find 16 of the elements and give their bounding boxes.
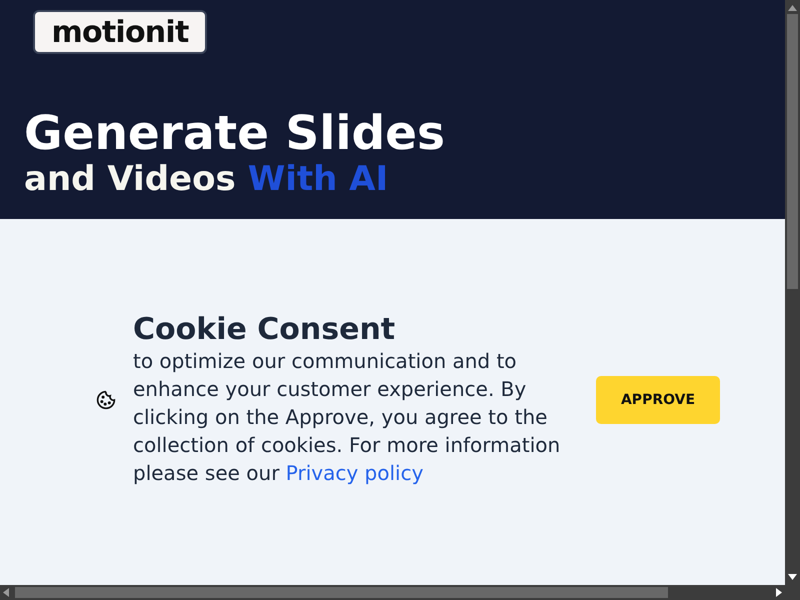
- scroll-down-icon[interactable]: [788, 574, 797, 580]
- cookie-icon: [96, 390, 116, 410]
- approve-button[interactable]: APPROVE: [596, 376, 720, 424]
- scroll-left-icon[interactable]: [3, 588, 9, 597]
- privacy-policy-link[interactable]: Privacy policy: [286, 461, 424, 485]
- cookie-title: Cookie Consent: [133, 313, 396, 347]
- cookie-text: to optimize our communication and to enhance your customer experience. By clicking on the Approve, you agree to the collection of cookies. For more information please see our Privacy policy: [133, 348, 562, 487]
- subheadline: and Videos: [24, 160, 236, 198]
- scroll-thumb[interactable]: [787, 14, 798, 289]
- scroll-right-icon[interactable]: [776, 588, 782, 597]
- headline: Generate Slides: [24, 108, 446, 160]
- subheadline-highlight: With AI: [248, 160, 388, 198]
- scroll-up-icon[interactable]: [788, 5, 797, 11]
- horizontal-scrollbar[interactable]: [0, 585, 785, 600]
- scroll-thumb[interactable]: [15, 587, 668, 598]
- logo[interactable]: motionit: [33, 10, 207, 54]
